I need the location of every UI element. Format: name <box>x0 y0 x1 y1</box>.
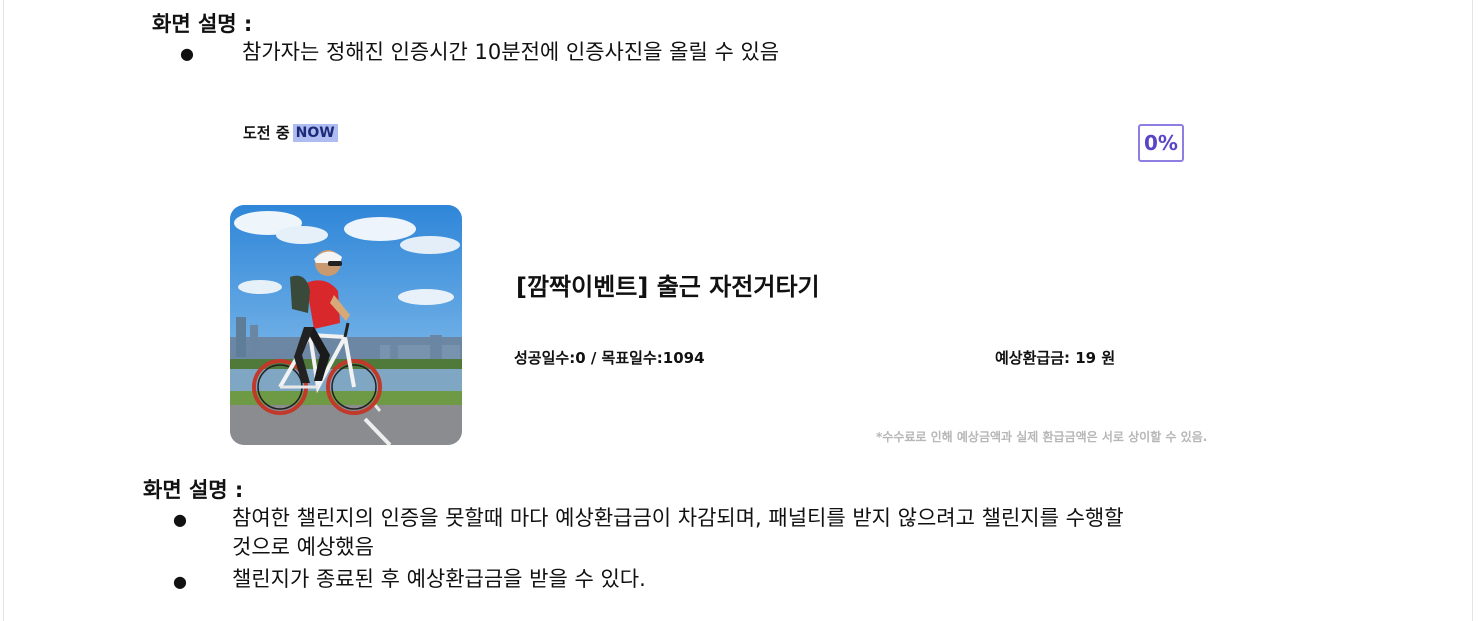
challenge-status: 도전 중 NOW <box>243 122 338 143</box>
cyclist-photo-icon <box>230 205 462 445</box>
bullet-icon: ● <box>173 510 187 529</box>
section1-bullet-text: 참가자는 정해진 인증시간 10분전에 인증사진을 올릴 수 있음 <box>242 40 780 64</box>
section2-bullet-text: 챌린지가 종료된 후 예상환급금을 받을 수 있다. <box>232 567 646 591</box>
expected-refund: 예상환급금: 19 원 <box>995 349 1116 367</box>
bullet-icon: ● <box>173 572 187 591</box>
section1-heading: 화면 설명 : <box>152 12 253 36</box>
status-label: 도전 중 <box>243 124 290 142</box>
challenge-title: [깜짝이벤트] 출근 자전거타기 <box>516 273 820 301</box>
progress-percent-box: 0% <box>1138 124 1184 162</box>
page-border-left <box>3 0 4 621</box>
bullet-icon: ● <box>180 44 194 63</box>
section2-bullet-text: 참여한 챌린지의 인증을 못할때 마다 예상환급금이 차감되며, 패널티를 받지… <box>232 506 1124 530</box>
section2-heading: 화면 설명 : <box>143 478 244 502</box>
page-border-right <box>1472 0 1473 621</box>
challenge-stats: 성공일수:0 / 목표일수:1094 <box>514 349 705 367</box>
now-badge: NOW <box>292 123 338 142</box>
challenge-photo[interactable] <box>230 205 462 445</box>
progress-percent: 0% <box>1144 131 1178 155</box>
section2-bullet-text-cont: 것으로 예상했음 <box>232 535 374 559</box>
refund-notice: *수수료로 인해 예상금액과 실제 환급금액은 서로 상이할 수 있음. <box>876 430 1208 444</box>
